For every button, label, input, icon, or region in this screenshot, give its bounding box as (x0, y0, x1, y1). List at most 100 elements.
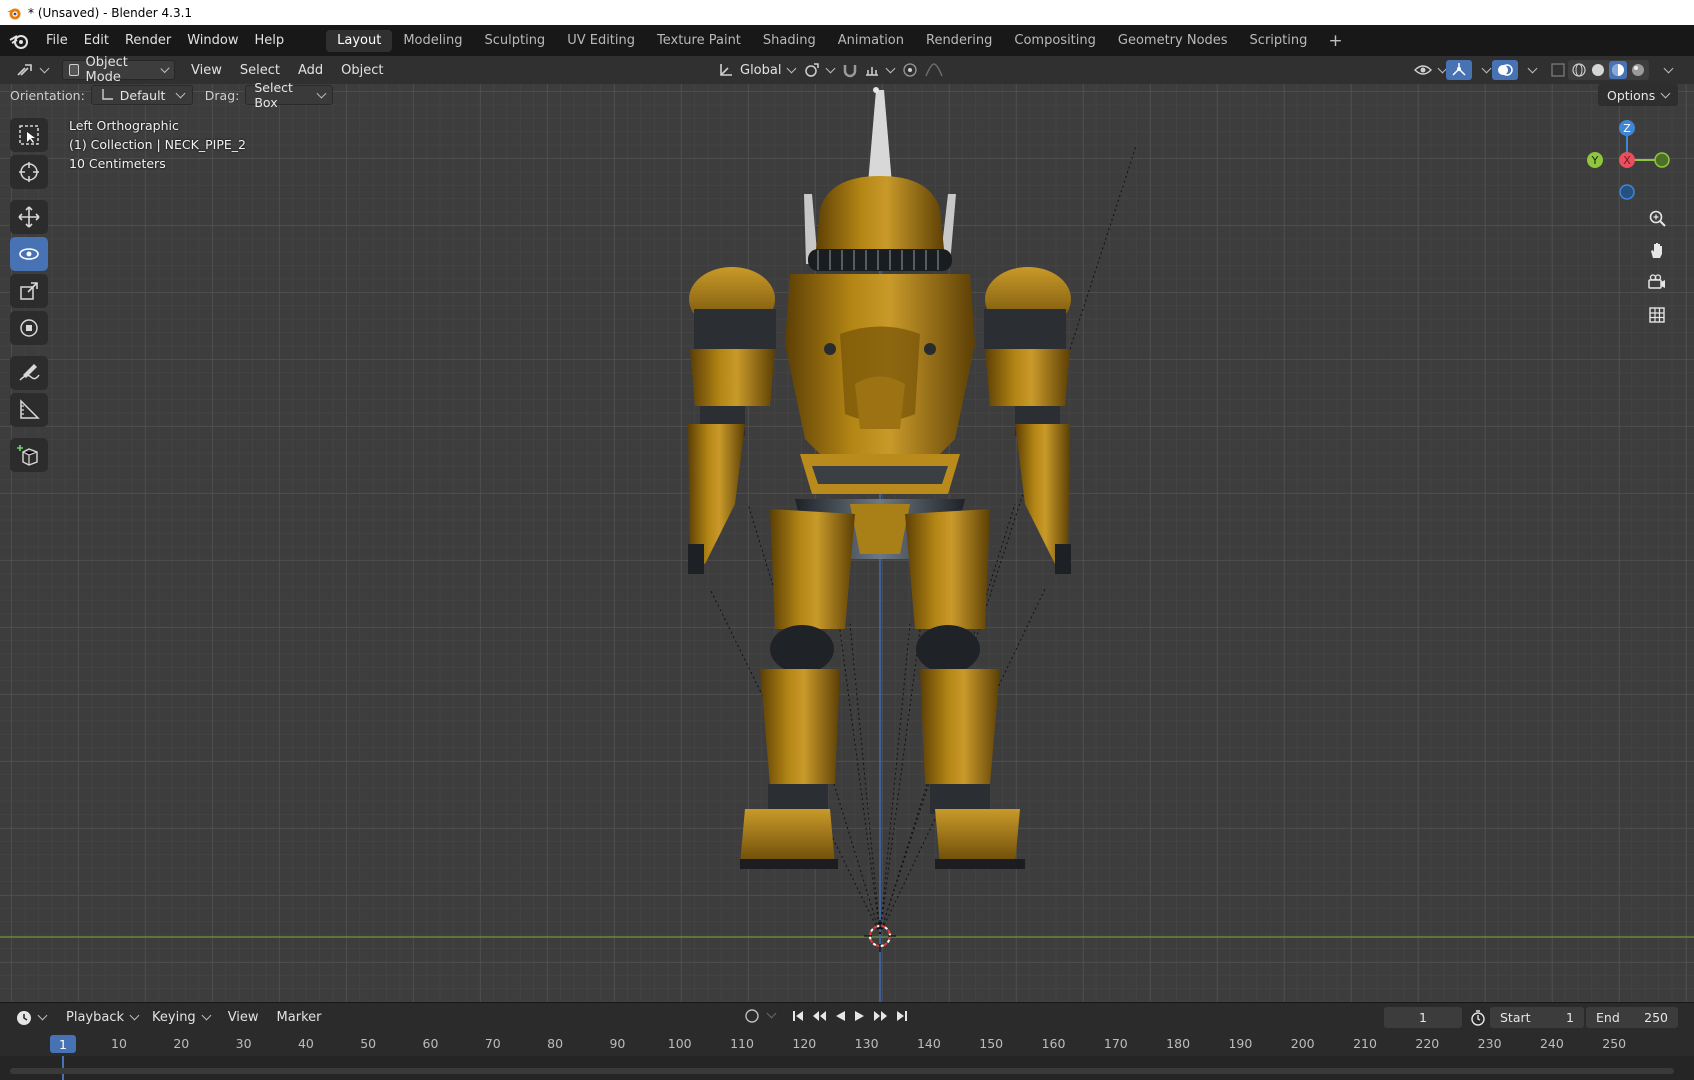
add-workspace-button[interactable]: + (1318, 31, 1352, 51)
play-icon[interactable] (853, 1009, 867, 1023)
options-dropdown[interactable]: Options (1598, 84, 1679, 106)
view-name: Left Orthographic (69, 118, 179, 133)
end-frame-field[interactable]: End 250 (1586, 1007, 1678, 1028)
timeline-body[interactable] (0, 1056, 1694, 1080)
3d-viewport[interactable] (0, 84, 1694, 1002)
playback-label: Playback (66, 1010, 125, 1025)
chevron-down-icon (37, 1010, 48, 1021)
wireframe-shading-icon[interactable] (1571, 62, 1587, 78)
ruler-tick-label: 140 (916, 1036, 941, 1051)
tab-shading[interactable]: Shading (752, 30, 827, 52)
keying-label: Keying (152, 1010, 196, 1025)
pivot-point-select[interactable] (798, 60, 840, 80)
menu-edit[interactable]: Edit (76, 30, 117, 52)
tab-geometry-nodes[interactable]: Geometry Nodes (1107, 30, 1239, 52)
gizmo-neg-z-axis[interactable] (1619, 184, 1635, 200)
eye-icon (1414, 65, 1432, 75)
jump-to-start-icon[interactable] (791, 1009, 805, 1023)
ruler-tick-label: 50 (360, 1036, 377, 1051)
tab-compositing[interactable]: Compositing (1003, 30, 1107, 52)
cursor-tool[interactable] (10, 155, 48, 189)
timeline-ruler[interactable]: 10 20 30 40 50 60 70 80 90 100 110 120 130 140 150 160 1… (0, 1032, 1694, 1056)
menu-window[interactable]: Window (179, 30, 246, 52)
auto-keying-icon[interactable] (744, 1008, 760, 1024)
start-label: Start (1500, 1010, 1531, 1025)
header-menu-select[interactable]: Select (234, 60, 286, 80)
jump-to-keyframe-forward-icon[interactable] (873, 1009, 889, 1023)
window-title: * (Unsaved) - Blender 4.3.1 (28, 5, 193, 20)
rendered-shading-icon[interactable] (1630, 62, 1646, 78)
drag-label: Drag: (204, 87, 240, 103)
annotate-tool[interactable] (10, 356, 48, 390)
tab-texture-paint[interactable]: Texture Paint (646, 30, 752, 52)
measure-tool[interactable] (10, 393, 48, 427)
playback-controls (744, 1008, 909, 1024)
editor-type-button[interactable] (10, 60, 54, 80)
jump-to-end-icon[interactable] (895, 1009, 909, 1023)
use-preview-range-button[interactable] (1470, 1010, 1486, 1030)
timeline-menu-playback[interactable]: Playback (60, 1008, 144, 1028)
current-frame-field[interactable]: 1 (1384, 1007, 1462, 1028)
chevron-down-icon (825, 63, 836, 73)
overlays-toggle[interactable] (1492, 60, 1518, 80)
tool-settings-bar: Orientation: Default Drag: Select Box (0, 80, 1694, 110)
tab-layout[interactable]: Layout (326, 29, 393, 52)
solid-shading-icon[interactable] (1590, 62, 1606, 78)
timeline-menu-keying[interactable]: Keying (146, 1008, 216, 1028)
tab-modeling[interactable]: Modeling (392, 30, 473, 52)
move-tool[interactable] (10, 200, 48, 234)
toggle-perspective-button[interactable] (1642, 300, 1672, 330)
orientation-axes-icon (102, 89, 113, 100)
tab-sculpting[interactable]: Sculpting (473, 30, 556, 52)
rotate-tool[interactable] (10, 237, 48, 271)
playhead-frame-badge[interactable]: 1 (50, 1035, 76, 1053)
menu-render[interactable]: Render (117, 30, 179, 52)
timeline-menu-view[interactable]: View (222, 1008, 265, 1028)
tab-uv-editing[interactable]: UV Editing (556, 30, 646, 52)
play-reverse-icon[interactable] (833, 1009, 847, 1023)
transform-orientation-select[interactable]: Global (712, 60, 801, 80)
transform-tool[interactable] (10, 311, 48, 345)
top-menu-bar: File Edit Render Window Help Layout Mode… (0, 25, 1694, 56)
ruler-tick-label: 170 (1103, 1036, 1128, 1051)
tab-scripting[interactable]: Scripting (1239, 30, 1319, 52)
gizmo-neg-y-axis[interactable] (1654, 152, 1670, 168)
pan-button[interactable] (1642, 236, 1672, 266)
camera-view-button[interactable] (1642, 268, 1672, 298)
tab-animation[interactable]: Animation (827, 30, 915, 52)
rotate-icon (19, 248, 39, 260)
drag-select[interactable]: Select Box (245, 80, 334, 110)
select-box-icon (19, 125, 39, 145)
select-box-tool[interactable] (10, 118, 48, 152)
active-collection-object: (1) Collection | NECK_PIPE_2 (69, 137, 246, 152)
transform-icon (20, 319, 38, 337)
header-menu-object[interactable]: Object (335, 60, 389, 80)
zoom-button[interactable] (1642, 204, 1672, 234)
timeline-menu-marker[interactable]: Marker (271, 1008, 328, 1028)
shading-options-select[interactable] (1652, 60, 1678, 80)
proportional-falloff-select[interactable] (918, 60, 950, 80)
timeline-scrollbar[interactable] (10, 1068, 1674, 1074)
jump-to-keyframe-back-icon[interactable] (811, 1009, 827, 1023)
gizmo-toggle[interactable] (1446, 60, 1472, 80)
workspace-tabs: Layout Modeling Sculpting UV Editing Tex… (326, 25, 1352, 56)
snap-target-select[interactable] (858, 60, 900, 80)
timeline-editor-type-button[interactable] (10, 1008, 52, 1028)
start-frame-field[interactable]: Start 1 (1490, 1007, 1584, 1028)
orientation-select[interactable]: Default (90, 85, 193, 105)
header-menu-add[interactable]: Add (292, 60, 329, 80)
ruler-tick-label: 80 (547, 1036, 564, 1051)
overlays-select[interactable] (1516, 60, 1542, 80)
ruler-tick-label: 210 (1353, 1036, 1377, 1051)
blender-menu-button[interactable] (0, 32, 38, 50)
add-cube-tool[interactable] (10, 438, 48, 472)
menu-help[interactable]: Help (247, 30, 293, 52)
tab-rendering[interactable]: Rendering (915, 30, 1003, 52)
mode-select[interactable]: Object Mode (62, 55, 175, 85)
material-preview-shading-icon[interactable] (1609, 61, 1627, 79)
chevron-down-icon (1660, 88, 1671, 98)
navigation-gizmo[interactable]: Z Y X (1580, 112, 1670, 212)
header-menu-view[interactable]: View (185, 60, 228, 80)
menu-file[interactable]: File (38, 30, 76, 52)
scale-tool[interactable] (10, 274, 48, 308)
